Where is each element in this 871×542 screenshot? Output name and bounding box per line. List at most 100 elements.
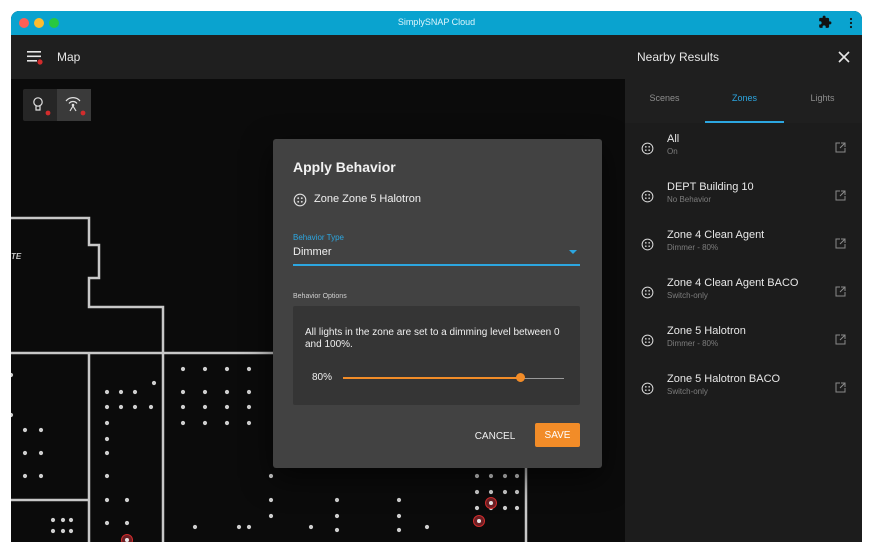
light-fixture-44[interactable] — [502, 505, 508, 511]
light-fixture-2[interactable] — [132, 389, 138, 395]
menu-icon[interactable] — [27, 49, 45, 65]
light-fixture-68[interactable] — [192, 524, 198, 530]
save-button[interactable]: SAVE — [535, 423, 580, 447]
light-fixture-59[interactable] — [104, 520, 110, 526]
light-fixture-39[interactable] — [488, 489, 494, 495]
light-fixture-73[interactable] — [151, 380, 157, 386]
light-fixture-30[interactable] — [104, 436, 110, 442]
close-icon[interactable] — [838, 51, 850, 63]
light-fixture-23[interactable] — [22, 427, 28, 433]
light-fixture-9[interactable] — [180, 404, 186, 410]
zone-item-1[interactable]: DEPT Building 10 No Behavior — [625, 171, 862, 219]
light-fixture-26[interactable] — [38, 427, 44, 433]
open-in-new-icon[interactable] — [835, 142, 846, 153]
light-fixture-32[interactable] — [104, 473, 110, 479]
more-vert-icon[interactable] — [848, 16, 854, 30]
open-in-new-icon[interactable] — [835, 334, 846, 345]
light-fixture-42[interactable] — [502, 473, 508, 479]
chevron-down-icon[interactable] — [569, 250, 577, 254]
open-in-new-icon[interactable] — [835, 286, 846, 297]
light-fixture-52[interactable] — [396, 497, 402, 503]
light-fixture-18[interactable] — [224, 420, 230, 426]
light-fixture-17[interactable] — [224, 404, 230, 410]
light-fixture-31[interactable] — [104, 450, 110, 456]
light-fixture-27[interactable] — [38, 450, 44, 456]
light-fixture-51[interactable] — [334, 527, 340, 533]
light-fixture-25[interactable] — [22, 473, 28, 479]
light-fixture-21[interactable] — [246, 404, 252, 410]
light-fixture-50[interactable] — [334, 513, 340, 519]
light-fixture-8[interactable] — [180, 389, 186, 395]
dimming-slider-thumb[interactable] — [516, 373, 525, 382]
light-fixture-57[interactable] — [268, 513, 274, 519]
zone-item-name: Zone 4 Clean Agent — [667, 229, 765, 241]
light-fixture-34[interactable] — [474, 473, 480, 479]
light-fixture-46[interactable] — [514, 473, 520, 479]
light-fixture-38[interactable] — [488, 473, 494, 479]
zone-item-3[interactable]: Zone 4 Clean Agent BACO Switch-only — [625, 267, 862, 315]
light-fixture-36[interactable] — [474, 505, 480, 511]
light-fixture-65[interactable] — [60, 528, 66, 534]
open-in-new-icon[interactable] — [835, 382, 846, 393]
light-fixture-48[interactable] — [514, 505, 520, 511]
light-fixture-14[interactable] — [202, 420, 208, 426]
light-fixture-64[interactable] — [60, 517, 66, 523]
light-fixture-63[interactable] — [50, 528, 56, 534]
behavior-type-select[interactable]: Dimmer — [293, 246, 332, 258]
light-fixture-22[interactable] — [246, 420, 252, 426]
light-fixture-28[interactable] — [38, 473, 44, 479]
light-fixture-43[interactable] — [502, 489, 508, 495]
light-fixture-10[interactable] — [180, 420, 186, 426]
light-fixture-15[interactable] — [224, 366, 230, 372]
light-fixture-70[interactable] — [308, 524, 314, 530]
light-fixture-55[interactable] — [268, 473, 274, 479]
open-in-new-icon[interactable] — [835, 190, 846, 201]
light-fixture-7[interactable] — [180, 366, 186, 372]
light-fixture-69[interactable] — [236, 524, 242, 530]
tab-lights[interactable]: Lights — [783, 93, 862, 103]
light-fixture-13[interactable] — [202, 404, 208, 410]
light-fixture-72[interactable] — [246, 524, 252, 530]
map-area[interactable]: TE Map Apply Behavior Zone Zone 5 Halotr… — [11, 35, 625, 542]
light-fixture-35[interactable] — [474, 489, 480, 495]
zone-item-4[interactable]: Zone 5 Halotron Dimmer - 80% — [625, 315, 862, 363]
light-fixture-20[interactable] — [246, 389, 252, 395]
open-in-new-icon[interactable] — [835, 238, 846, 249]
light-fixture-74[interactable] — [11, 372, 14, 378]
tab-scenes[interactable]: Scenes — [625, 93, 704, 103]
puzzle-icon[interactable] — [818, 15, 832, 29]
light-fixture-47[interactable] — [514, 489, 520, 495]
light-fixture-19[interactable] — [246, 366, 252, 372]
lights-layer-toggle[interactable] — [23, 89, 57, 121]
light-fixture-67[interactable] — [68, 528, 74, 534]
light-fixture-75[interactable] — [11, 412, 14, 418]
light-fixture-66[interactable] — [68, 517, 74, 523]
light-fixture-61[interactable] — [124, 520, 130, 526]
light-fixture-3[interactable] — [104, 404, 110, 410]
light-fixture-4[interactable] — [118, 404, 124, 410]
light-fixture-54[interactable] — [396, 527, 402, 533]
light-fixture-49[interactable] — [334, 497, 340, 503]
light-fixture-62[interactable] — [50, 517, 56, 523]
light-fixture-12[interactable] — [202, 389, 208, 395]
light-fixture-24[interactable] — [22, 450, 28, 456]
light-fixture-6[interactable] — [148, 404, 154, 410]
window-title: SimplySNAP Cloud — [397, 17, 476, 27]
light-fixture-58[interactable] — [104, 497, 110, 503]
light-fixture-16[interactable] — [224, 389, 230, 395]
light-fixture-0[interactable] — [104, 389, 110, 395]
light-fixture-11[interactable] — [202, 366, 208, 372]
light-fixture-71[interactable] — [424, 524, 430, 530]
zone-item-5[interactable]: Zone 5 Halotron BACO Switch-only — [625, 363, 862, 411]
tab-zones[interactable]: Zones — [705, 93, 784, 103]
light-fixture-5[interactable] — [132, 404, 138, 410]
light-fixture-60[interactable] — [124, 497, 130, 503]
light-fixture-1[interactable] — [118, 389, 124, 395]
zone-item-2[interactable]: Zone 4 Clean Agent Dimmer - 80% — [625, 219, 862, 267]
light-fixture-29[interactable] — [104, 420, 110, 426]
zone-item-0[interactable]: All On — [625, 123, 862, 171]
light-fixture-53[interactable] — [396, 513, 402, 519]
cancel-button[interactable]: CANCEL — [469, 426, 521, 446]
gateways-layer-toggle[interactable] — [57, 89, 91, 121]
light-fixture-56[interactable] — [268, 497, 274, 503]
